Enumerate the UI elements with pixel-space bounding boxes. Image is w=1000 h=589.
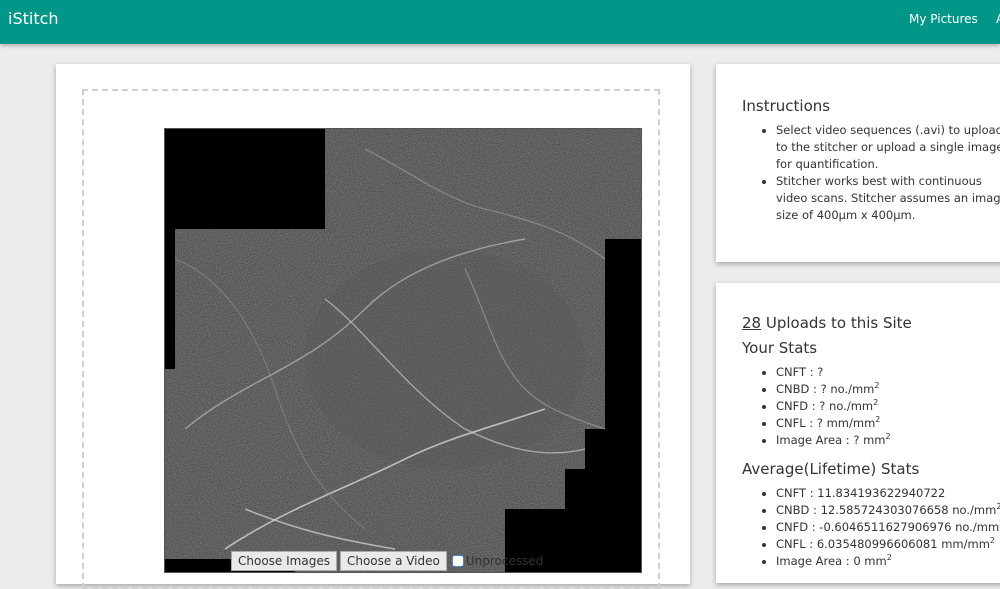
- upload-card: Choose Images Choose a Video Unprocessed: [56, 64, 690, 589]
- upload-count-label: Uploads to this Site: [761, 314, 912, 332]
- upload-count-link[interactable]: 28: [742, 314, 761, 332]
- avg-stat-item: CNFD : -0.6046511627906976 no./mm2: [776, 519, 1000, 536]
- avg-stat-item: CNBD : 12.585724303076658 no./mm2: [776, 502, 1000, 519]
- your-stat-item: CNBD : ? no./mm2: [776, 381, 891, 398]
- nav-my-pictures[interactable]: My Pictures: [909, 12, 978, 26]
- drop-zone[interactable]: [82, 89, 660, 589]
- stitched-image: [165, 129, 641, 572]
- your-stat-item: CNFD : ? no./mm2: [776, 398, 891, 415]
- your-stat-item: Image Area : ? mm2: [776, 432, 891, 449]
- average-stats-list: CNFT : 11.834193622940722 CNBD : 12.5857…: [758, 485, 1000, 570]
- unprocessed-option[interactable]: Unprocessed: [451, 554, 544, 568]
- instruction-item: Stitcher works best with continuous vide…: [776, 173, 1000, 224]
- stats-card: 28 Uploads to this Site Your Stats CNFT …: [716, 283, 1000, 583]
- instructions-list: Select video sequences (.avi) to upload …: [758, 122, 1000, 224]
- avg-stat-item: CNFL : 6.035480996606081 mm/mm2: [776, 536, 1000, 553]
- unprocessed-label: Unprocessed: [465, 554, 544, 568]
- brand-logo[interactable]: iStitch: [8, 9, 59, 28]
- your-stat-item: CNFL : ? mm/mm2: [776, 415, 891, 432]
- instructions-card: Instructions Select video sequences (.av…: [716, 64, 1000, 262]
- choose-images-button[interactable]: Choose Images: [231, 551, 337, 571]
- avg-stat-item: Image Area : 0 mm2: [776, 553, 1000, 570]
- choose-video-button[interactable]: Choose a Video: [339, 551, 447, 571]
- your-stat-item: CNFT : ?: [776, 364, 891, 381]
- unprocessed-checkbox[interactable]: [451, 555, 464, 567]
- instruction-item: Select video sequences (.avi) to upload …: [776, 122, 1000, 173]
- top-navbar: iStitch My Pictures A: [0, 0, 1000, 44]
- instructions-title: Instructions: [742, 97, 831, 115]
- nav-link-cut-off[interactable]: A: [996, 12, 1000, 26]
- uploads-count-heading: 28 Uploads to this Site: [742, 314, 912, 332]
- avg-stat-item: CNFT : 11.834193622940722: [776, 485, 1000, 502]
- your-stats-title: Your Stats: [742, 339, 818, 357]
- stitched-image-preview: [164, 128, 642, 573]
- average-stats-title: Average(Lifetime) Stats: [742, 460, 920, 478]
- upload-controls: Choose Images Choose a Video Unprocessed: [231, 551, 543, 571]
- your-stats-list: CNFT : ? CNBD : ? no./mm2 CNFD : ? no./m…: [758, 364, 891, 449]
